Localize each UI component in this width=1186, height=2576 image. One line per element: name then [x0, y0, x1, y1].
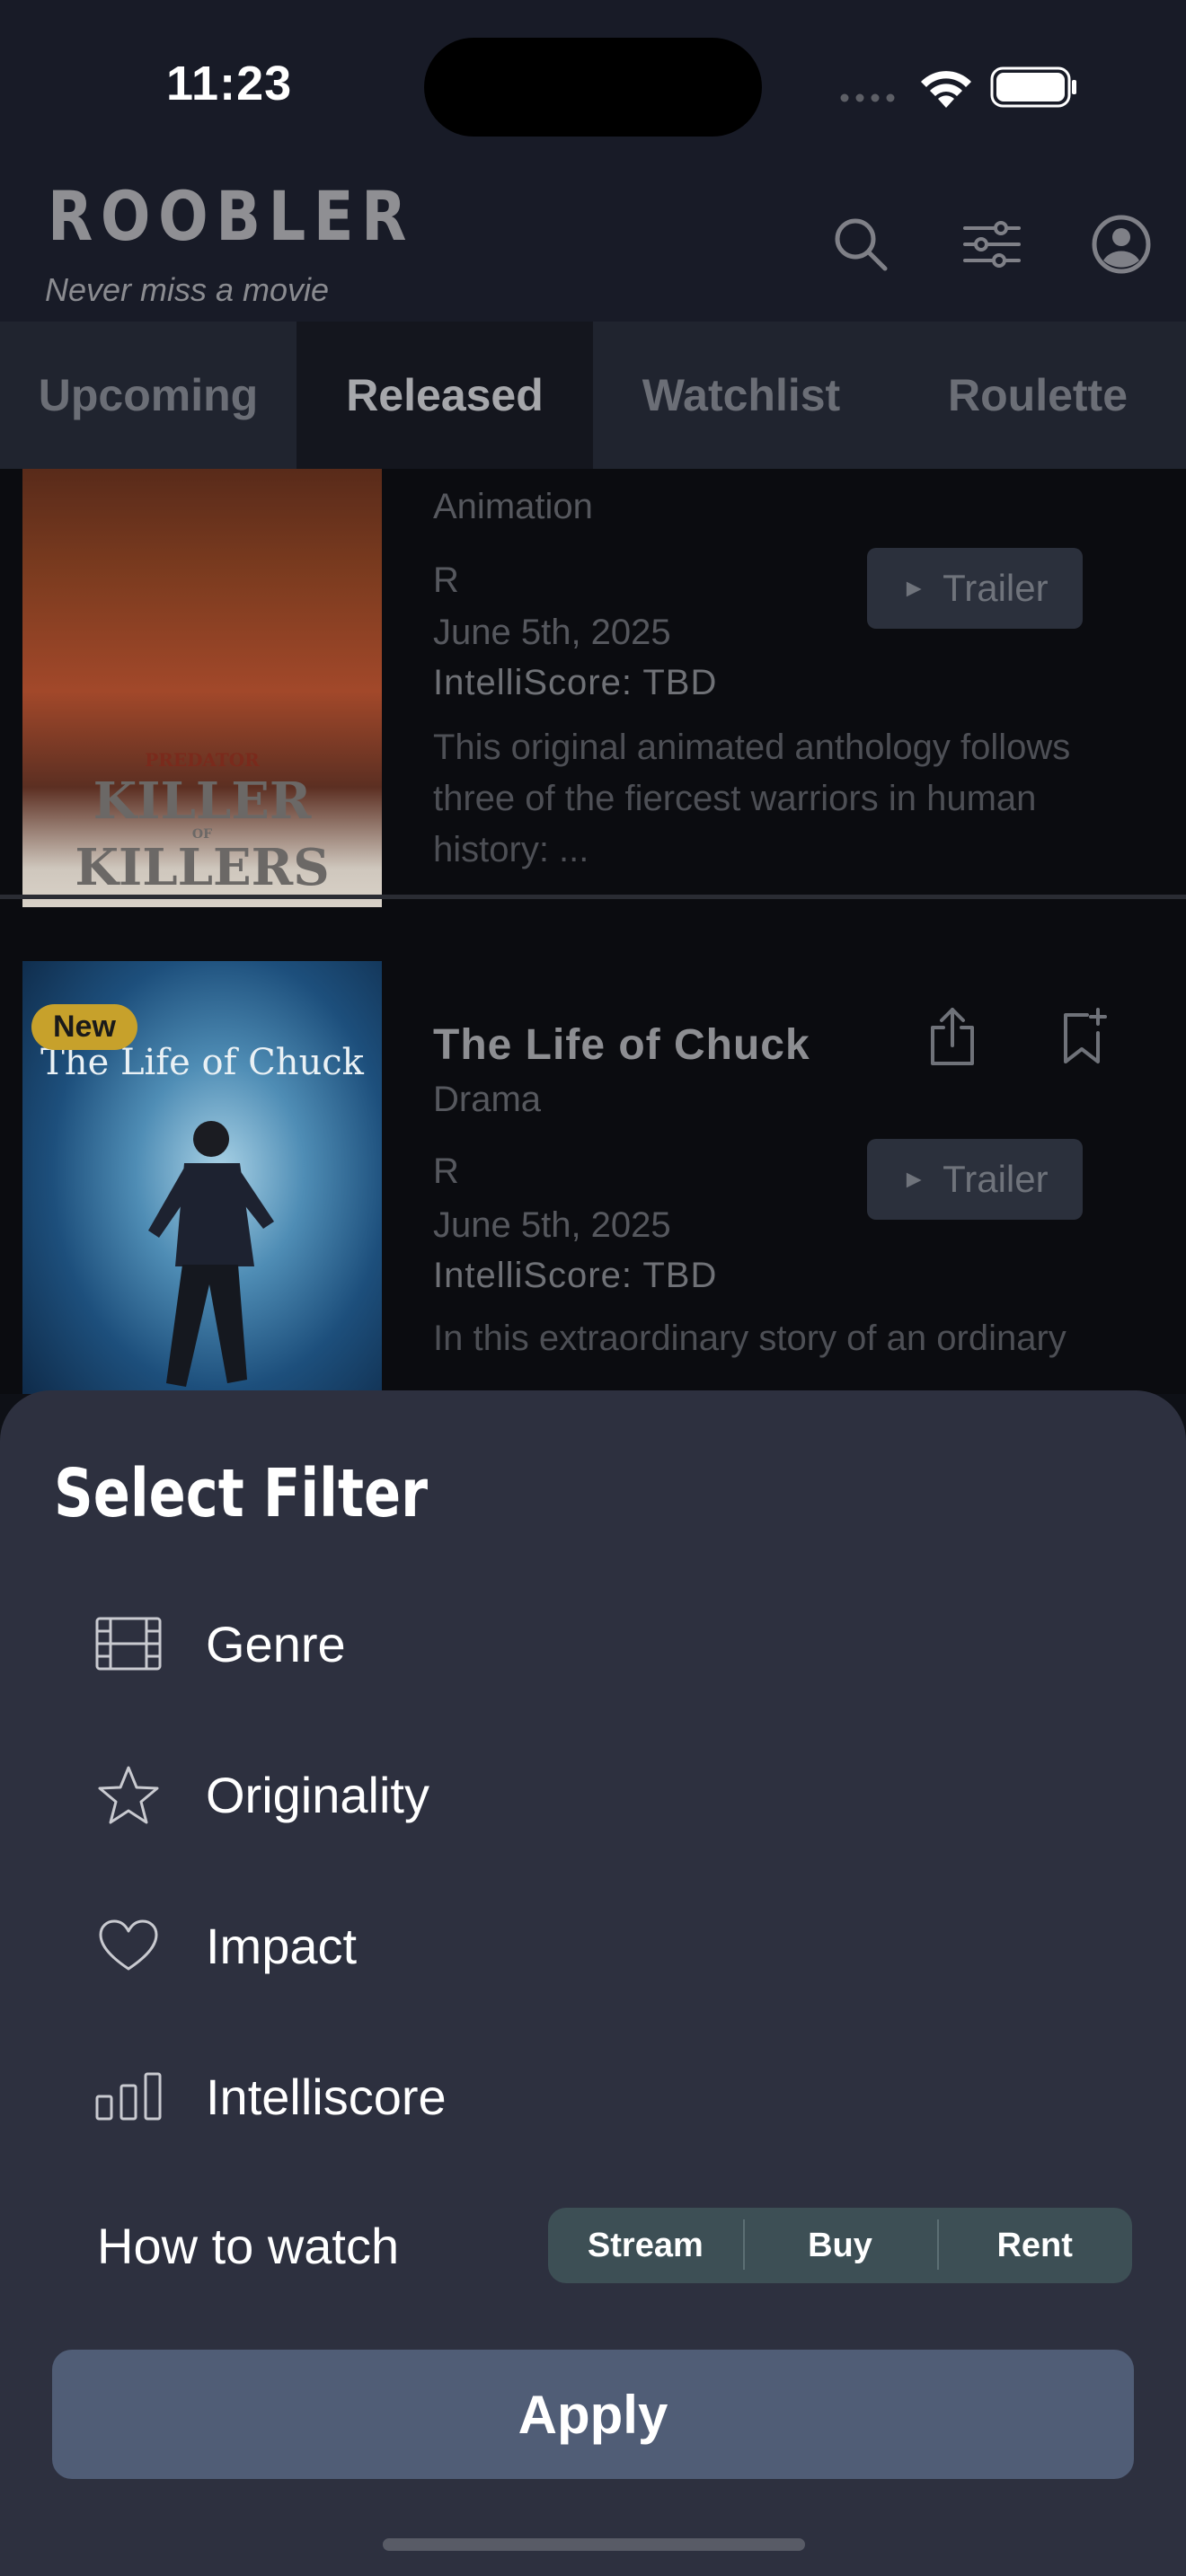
movie-synopsis: In this extraordinary story of an ordina… — [433, 1319, 1067, 1358]
play-icon: ► — [901, 574, 927, 602]
filter-option-label: Originality — [206, 1766, 429, 1823]
filter-sliders-icon[interactable] — [960, 212, 1024, 277]
segment-stream[interactable]: Stream — [548, 2227, 743, 2265]
poster-figure — [148, 1121, 274, 1387]
how-to-watch-segmented-control: Stream Buy Rent — [548, 2208, 1132, 2283]
poster-text: KILLERS — [75, 838, 330, 897]
movie-title[interactable]: Killers — [433, 469, 571, 477]
app-tagline: Never miss a movie — [45, 271, 330, 308]
movie-poster[interactable]: PREDATOR KILLER OF KILLERS — [22, 469, 382, 907]
filter-option-genre[interactable]: Genre — [90, 1599, 346, 1689]
tab-bar: Upcoming Released Watchlist Roulette — [0, 322, 1186, 469]
bar-chart-icon — [95, 2072, 162, 2121]
status-bar: 11:23 — [0, 0, 1186, 171]
filter-option-impact[interactable]: Impact — [90, 1901, 357, 1990]
heart-icon — [99, 1919, 158, 1971]
new-badge: New — [31, 1004, 137, 1050]
home-indicator[interactable] — [383, 2538, 805, 2551]
movie-rating: R — [433, 560, 459, 600]
segment-buy[interactable]: Buy — [742, 2219, 938, 2270]
movie-list[interactable]: PREDATOR KILLER OF KILLERS Killers Anima… — [0, 469, 1186, 1394]
movie-card[interactable]: The Life of Chuck New The Life of Chuck — [0, 961, 1186, 1394]
segment-rent[interactable]: Rent — [937, 2219, 1132, 2270]
dynamic-island — [424, 38, 762, 137]
bookmark-add-icon[interactable] — [1057, 1006, 1111, 1069]
movie-release-date: June 5th, 2025 — [433, 1205, 671, 1245]
tab-watchlist[interactable]: Watchlist — [593, 322, 890, 469]
play-icon: ► — [901, 1165, 927, 1193]
movie-intelliscore: IntelliScore: TBD — [433, 1256, 718, 1295]
profile-icon[interactable] — [1089, 212, 1154, 277]
tab-upcoming[interactable]: Upcoming — [0, 322, 296, 469]
movie-genre: Animation — [433, 487, 593, 526]
filter-option-intelliscore[interactable]: Intelliscore — [90, 2051, 447, 2141]
wifi-icon — [921, 71, 971, 108]
battery-icon — [990, 66, 1076, 108]
tab-roulette[interactable]: Roulette — [890, 322, 1186, 469]
trailer-button[interactable]: ► Trailer — [867, 548, 1083, 629]
film-icon — [95, 1617, 162, 1671]
app-logo: ROOBLER — [48, 176, 415, 256]
search-icon[interactable] — [828, 212, 893, 277]
movie-card[interactable]: PREDATOR KILLER OF KILLERS Killers Anima… — [0, 469, 1186, 940]
filter-option-label: Intelliscore — [206, 2068, 447, 2125]
movie-release-date: June 5th, 2025 — [433, 613, 671, 652]
share-icon[interactable] — [925, 1006, 979, 1069]
filter-bottom-sheet: Select Filter Genre Originality Impact I… — [0, 1390, 1186, 2576]
movie-synopsis: This original animated anthology follows… — [433, 728, 1071, 869]
movie-rating: R — [433, 1151, 459, 1191]
list-divider — [0, 895, 1186, 899]
filter-option-originality[interactable]: Originality — [90, 1750, 429, 1839]
trailer-label: Trailer — [943, 567, 1049, 609]
movie-title[interactable]: The Life of Chuck — [433, 1020, 810, 1070]
trailer-button[interactable]: ► Trailer — [867, 1139, 1083, 1220]
how-to-watch-label: How to watch — [97, 2218, 400, 2274]
trailer-label: Trailer — [943, 1158, 1049, 1200]
status-time: 11:23 — [166, 57, 293, 110]
star-icon — [98, 1766, 159, 1824]
poster-text: KILLER — [93, 772, 312, 831]
tab-released[interactable]: Released — [296, 322, 593, 469]
movie-genre: Drama — [433, 1080, 542, 1119]
cellular-signal-icon — [840, 93, 895, 102]
filter-option-label: Impact — [206, 1917, 358, 1974]
movie-intelliscore: IntelliScore: TBD — [433, 663, 718, 702]
sheet-title: Select Filter — [54, 1455, 429, 1532]
apply-button[interactable]: Apply — [52, 2350, 1134, 2479]
poster-text: PREDATOR — [145, 749, 260, 771]
app-header: ROOBLER Never miss a movie — [0, 171, 1186, 322]
filter-option-label: Genre — [206, 1615, 346, 1672]
